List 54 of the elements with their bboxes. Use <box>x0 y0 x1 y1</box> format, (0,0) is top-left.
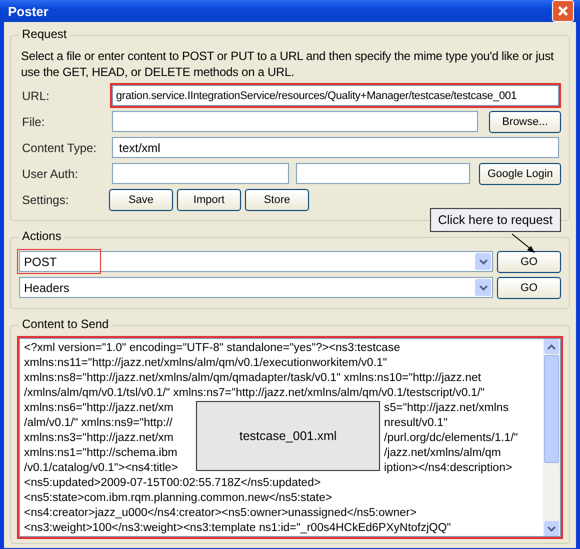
field-label: File: <box>21 114 46 128</box>
dropdown-caret-icon <box>478 258 488 264</box>
code-line: /purl.org/dc/elements/1.1/" <box>384 431 519 446</box>
field-label: Settings: <box>21 192 70 206</box>
scrollbar[interactable] <box>543 339 560 536</box>
content-type-field[interactable]: text/xml <box>112 137 559 158</box>
code-line: xmlns:ns1="http://schema.ibm <box>24 446 178 461</box>
description-text: Select a file or enter content to POST or PUT to a URL and then specify the mime type you'd like or just use the GET, HEAD, or DELETE methods on a URL. <box>21 48 555 80</box>
scroll-thumb[interactable] <box>544 355 559 463</box>
code-line: xmlns:ns11="http://jazz.net/xmlns/alm/qm/v0.1/executionworkitem/v0.1" <box>24 356 388 371</box>
browse-button[interactable]: Browse... <box>488 110 561 132</box>
settings-button[interactable]: Store <box>245 188 309 210</box>
field-label: Content Type: <box>21 140 98 154</box>
code-line: <?xml version="1.0" encoding="UTF-8" standalone="yes"?><ns3:testcase <box>24 341 402 356</box>
go-button[interactable]: GO <box>497 250 561 272</box>
code-line: /xmlns/alm/qm/v0.1/tsl/v0.1/" xmlns:ns7="http://jazz.net/xmlns/alm/qm/v0.1/testscript/v0.1/" <box>24 386 486 401</box>
code-line: /v0.1/catalog/v0.1"><ns4:title> <box>24 461 180 476</box>
dropdown-value: POST <box>24 254 57 268</box>
dropdown-caret-icon <box>478 284 488 290</box>
code-line: xmlns:ns8="http://jazz.net/xmlns/alm/qm/qmadapter/task/v0.1" xmlns:ns10="http://jazz.net <box>24 371 482 386</box>
dropdown[interactable]: Headers <box>19 277 493 298</box>
code-line: nresult/v0.1" <box>384 416 449 431</box>
code-line: xmlns:ns6="http://jazz.net/xm <box>24 401 174 416</box>
url-field[interactable]: gration.service.IIntegrationService/resources/Quality+Manager/testcase/testcase_001 <box>112 85 559 106</box>
code-line: /jazz.net/xmlns/alm/qm <box>384 446 502 461</box>
field-label: User Auth: <box>21 166 80 180</box>
go-button[interactable]: GO <box>497 276 561 298</box>
file-name-popup: testcase_001.xml <box>196 401 380 471</box>
scroll-up-icon <box>547 344 556 350</box>
file-field[interactable] <box>112 111 478 132</box>
settings-button[interactable]: Import <box>177 188 241 210</box>
field-label: URL: <box>21 88 50 102</box>
code-line: s5="http://jazz.net/xmlns <box>384 401 510 416</box>
scroll-down-icon <box>547 526 556 532</box>
group-title: Actions <box>19 229 64 243</box>
settings-button[interactable]: Save <box>109 188 173 210</box>
callout-tooltip: Click here to request <box>430 208 561 232</box>
code-line: iption></ns4:description> <box>384 461 514 476</box>
dropdown[interactable]: POST <box>19 251 493 272</box>
code-line: <ns5:state>com.ibm.rqm.planning.common.new</ns5:state> <box>24 491 334 506</box>
google-login-button[interactable]: Google Login <box>479 162 561 184</box>
code-line: <ns5:updated>2009-07-15T00:02:55.718Z</ns5:updated> <box>24 476 322 491</box>
group-title: Request <box>19 27 70 41</box>
close-button[interactable] <box>552 0 574 22</box>
group-title: Content to Send <box>19 317 112 331</box>
password-field[interactable] <box>296 163 470 184</box>
window-title: Poster <box>8 4 48 18</box>
close-icon <box>557 5 569 17</box>
code-line: xmlns:ns3="http://jazz.net/xm <box>24 431 174 446</box>
code-line: <ns4:creator>jazz_u000</ns4:creator><ns5:owner>unassigned</ns5:owner> <box>24 506 418 521</box>
code-line: /alm/v0.1/" xmlns:ns9="http:// <box>24 416 174 431</box>
username-field[interactable] <box>112 163 290 184</box>
dropdown-value: Headers <box>24 280 70 294</box>
code-line: <ns3:weight>100</ns3:weight><ns3:template ns1:id="_r00s4HCkEd6PXyNtofzjQQ" <box>24 521 452 536</box>
